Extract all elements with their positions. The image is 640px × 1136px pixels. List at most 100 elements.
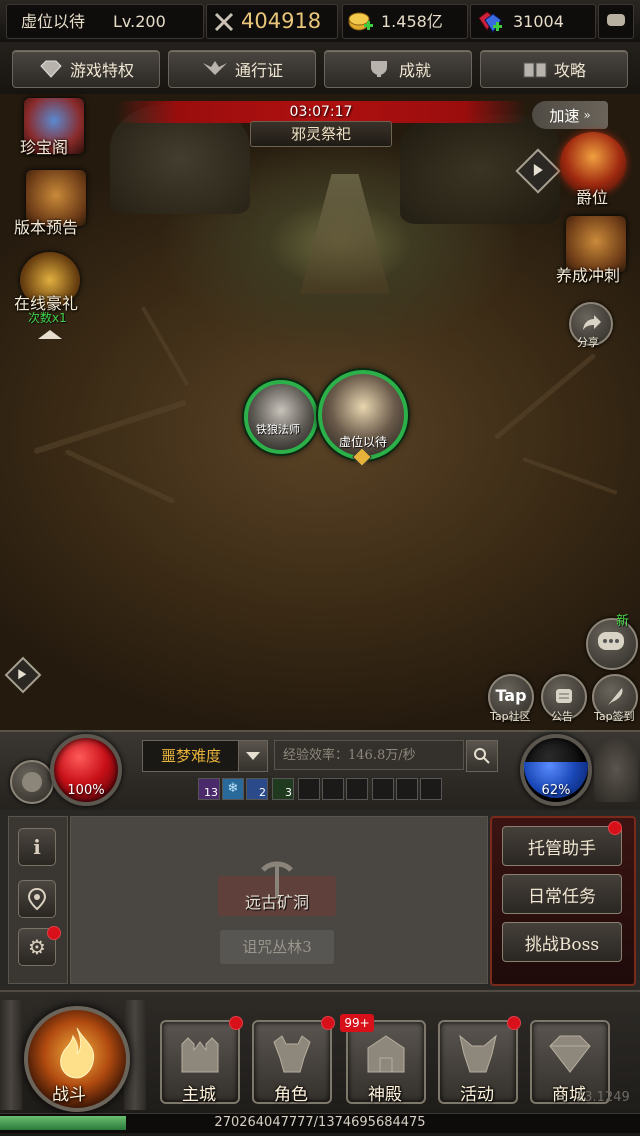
temple-icon xyxy=(367,1035,405,1073)
share-label: 分享 xyxy=(577,336,599,349)
empty-buff-slot xyxy=(372,778,394,800)
gem-stack-icon xyxy=(478,11,502,33)
treasure-label: 珍宝阁 xyxy=(20,138,69,157)
info-icon: i xyxy=(33,835,41,859)
speed-up-button[interactable]: 加速 » xyxy=(532,101,608,129)
combat-power-value: 404918 xyxy=(241,9,322,33)
auto-assist-notification-dot xyxy=(608,821,622,835)
nav-character-button[interactable]: 角色 xyxy=(252,1020,332,1105)
nav-main-city-button[interactable]: 主城 xyxy=(160,1020,240,1105)
demon-icon xyxy=(459,1034,497,1073)
combat-power-box: 404918 xyxy=(206,4,338,39)
gear-icon: ⚙ xyxy=(28,935,46,959)
chevron-right-icon xyxy=(18,669,27,680)
growth-sprint-button[interactable]: 养成冲刺 xyxy=(552,216,640,290)
map-current-name: 远古矿洞 xyxy=(244,893,309,912)
nav-event-button[interactable]: 活动 xyxy=(438,1020,518,1105)
hp-percent: 100% xyxy=(67,783,105,798)
nav-label: 角色 xyxy=(274,1085,308,1105)
chat-button[interactable] xyxy=(598,4,634,39)
buff-count: 3 xyxy=(285,786,292,799)
version-label: 23.1249 xyxy=(576,1090,630,1105)
daily-tasks-button[interactable]: 日常任务 xyxy=(502,874,622,914)
pet-button[interactable] xyxy=(10,760,54,804)
chat-bubble-button[interactable] xyxy=(586,618,638,670)
menu-game-privilege-button[interactable]: 游戏特权 xyxy=(12,50,160,88)
notice-label: 公告 xyxy=(551,710,573,723)
root xyxy=(32,399,188,455)
rank-button[interactable]: 爵位 xyxy=(556,128,636,210)
nav-label: 活动 xyxy=(460,1085,494,1105)
search-icon xyxy=(474,748,490,764)
flame-icon xyxy=(60,1027,95,1079)
top-status-bar: 虚位以待 Lv.200 404918 1.458亿 31004 xyxy=(0,0,640,43)
double-chevron-icon: » xyxy=(583,108,591,122)
chevron-right-icon xyxy=(533,163,543,176)
gems-value: 31004 xyxy=(513,12,564,31)
root xyxy=(64,448,176,505)
menu-pass-button[interactable]: 通行证 xyxy=(168,50,316,88)
snowflake-icon: ❄ xyxy=(227,781,239,796)
event-notification-dot xyxy=(507,1016,521,1030)
empty-buff-slot xyxy=(322,778,344,800)
empty-buff-slot xyxy=(346,778,368,800)
player-name: 虚位以待 xyxy=(21,12,86,31)
player-info[interactable]: 虚位以待 Lv.200 xyxy=(6,4,204,39)
info-button[interactable]: i xyxy=(18,828,56,866)
pet-icon xyxy=(22,772,42,792)
gold-coins-icon xyxy=(348,12,373,31)
menu-label: 游戏特权 xyxy=(69,61,134,80)
buff-slot[interactable]: 13 xyxy=(198,778,220,800)
companion-portrait[interactable] xyxy=(244,380,318,454)
pillar xyxy=(0,1000,22,1110)
empty-buff-slot xyxy=(420,778,442,800)
chat-bubble-icon xyxy=(607,14,625,26)
root xyxy=(522,457,618,495)
menu-label: 通行证 xyxy=(234,61,283,80)
online-gift-count: 次数x1 xyxy=(28,311,67,325)
search-button[interactable] xyxy=(466,740,498,772)
growth-sprint-label: 养成冲刺 xyxy=(556,266,621,285)
temple-badge: 99+ xyxy=(340,1014,374,1032)
treasure-pavilion-button[interactable]: 珍宝阁 xyxy=(8,96,98,157)
gargoyle-statue xyxy=(594,736,638,802)
nav-label: 神殿 xyxy=(368,1085,402,1105)
online-gift-button[interactable]: 在线豪礼 次数x1 xyxy=(6,252,106,332)
gold-value: 1.458亿 xyxy=(381,12,443,31)
helmet-icon xyxy=(273,1035,311,1073)
version-preview-label: 版本预告 xyxy=(14,218,79,237)
version-preview-button[interactable]: 版本预告 xyxy=(6,170,106,240)
map-current-box[interactable]: 远古矿洞 xyxy=(218,861,336,916)
collapse-arrow-icon[interactable] xyxy=(38,330,62,339)
buff-slot[interactable]: 3 xyxy=(272,778,294,800)
crossed-swords-icon xyxy=(214,12,234,32)
buff-slot[interactable]: 2 xyxy=(246,778,268,800)
wings-icon xyxy=(202,61,227,75)
rank-label: 爵位 xyxy=(576,188,609,207)
difficulty-dropdown-button[interactable] xyxy=(238,740,268,772)
exp-bar-text: 270264047777/1374695684475 xyxy=(214,1115,426,1130)
gold-box[interactable]: 1.458亿 xyxy=(342,4,468,39)
exp-rate-display: 经验效率：146.8万/秒 xyxy=(274,740,464,770)
trophy-icon xyxy=(370,61,387,77)
map-sub-name[interactable]: 诅咒丛林3 xyxy=(220,930,334,964)
speed-up-label: 加速 xyxy=(549,106,580,125)
battle-label: 战斗 xyxy=(52,1085,86,1105)
event-timer: 03:07:17 xyxy=(289,104,353,120)
gems-box[interactable]: 31004 xyxy=(470,4,596,39)
difficulty-select[interactable]: 噩梦难度 xyxy=(142,740,240,772)
map-pin-button[interactable] xyxy=(18,880,56,918)
auto-assist-button[interactable]: 托管助手 xyxy=(502,826,622,866)
tap-checkin-label: Tap签到 xyxy=(594,710,635,723)
buff-slot[interactable]: ❄ xyxy=(222,778,244,800)
battle-button[interactable]: 战斗 xyxy=(24,1006,130,1112)
castle-icon xyxy=(181,1037,219,1073)
nav-temple-button[interactable]: 神殿 xyxy=(346,1020,426,1105)
empty-buff-slot xyxy=(298,778,320,800)
scroll-icon xyxy=(556,689,572,703)
menu-achievement-button[interactable]: 成就 xyxy=(324,50,472,88)
mp-percent: 62% xyxy=(541,783,571,798)
challenge-boss-button[interactable]: 挑战Boss xyxy=(502,922,622,962)
menu-label: 攻略 xyxy=(553,61,586,80)
menu-guide-button[interactable]: 攻略 xyxy=(480,50,628,88)
